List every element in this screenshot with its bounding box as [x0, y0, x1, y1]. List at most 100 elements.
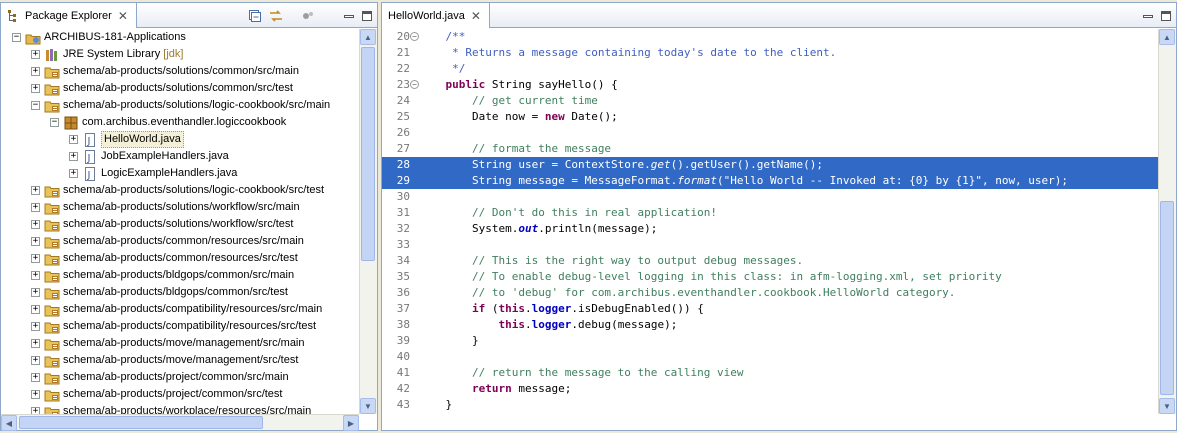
expand-icon[interactable]: + [31, 50, 40, 59]
code-line[interactable]: 25 Date now = new Date(); [382, 109, 1158, 125]
tree-item[interactable]: + schema/ab-products/move/management/src/… [1, 335, 359, 352]
tree-item[interactable]: + schema/ab-products/project/common/src/t… [1, 386, 359, 403]
code-text-area[interactable]: 20− /** 21 * Returns a message containing… [382, 29, 1158, 414]
code-line[interactable]: 23− public String sayHello() { [382, 77, 1158, 93]
expand-icon[interactable]: + [31, 407, 40, 414]
minimize-icon[interactable] [1140, 8, 1156, 24]
expand-icon[interactable]: + [31, 390, 40, 399]
scroll-left-icon[interactable]: ◀ [1, 415, 17, 431]
code-line[interactable]: 41 // return the message to the calling … [382, 365, 1158, 381]
tree-item[interactable]: + schema/ab-products/common/resources/src… [1, 233, 359, 250]
code-line[interactable]: 34 // This is the right way to output de… [382, 253, 1158, 269]
expand-icon[interactable]: + [69, 135, 78, 144]
line-number: 23 [396, 78, 410, 91]
code-line[interactable]: 39 } [382, 333, 1158, 349]
code-line[interactable]: 38 this.logger.debug(message); [382, 317, 1158, 333]
code-line[interactable]: 35 // To enable debug-level logging in t… [382, 269, 1158, 285]
scroll-down-icon[interactable]: ▼ [360, 398, 376, 414]
tree-item[interactable]: + schema/ab-products/bldgops/common/src/t… [1, 284, 359, 301]
tree-item[interactable]: + schema/ab-products/solutions/common/src… [1, 80, 359, 97]
tree-item-text: schema/ab-products/solutions/common/src/… [63, 82, 293, 94]
maximize-icon[interactable] [359, 8, 375, 24]
link-with-editor-icon[interactable] [268, 8, 284, 24]
code-line[interactable]: 30 [382, 189, 1158, 205]
close-icon[interactable]: ✕ [118, 10, 128, 22]
expand-icon[interactable]: + [31, 67, 40, 76]
fold-toggle-icon[interactable]: − [410, 32, 419, 41]
package-tree[interactable]: − ARCHIBUS-181-Applications + JRE System Li… [1, 29, 359, 414]
tree-item[interactable]: + J HelloWorld.java [1, 131, 359, 148]
code-line[interactable]: 42 return message; [382, 381, 1158, 397]
code-line[interactable]: 31 // Don't do this in real application! [382, 205, 1158, 221]
tree-vertical-scroll-thumb[interactable] [361, 47, 375, 261]
tree-item[interactable]: + schema/ab-products/compatibility/resour… [1, 301, 359, 318]
expand-icon[interactable]: + [31, 305, 40, 314]
expand-icon[interactable]: + [31, 339, 40, 348]
code-line[interactable]: 24 // get current time [382, 93, 1158, 109]
expand-icon[interactable]: + [31, 373, 40, 382]
expand-icon[interactable]: + [31, 322, 40, 331]
tree-item[interactable]: + schema/ab-products/compatibility/resour… [1, 318, 359, 335]
code-line[interactable]: 40 [382, 349, 1158, 365]
code-line[interactable]: 21 * Returns a message containing today'… [382, 45, 1158, 61]
expand-icon[interactable]: + [69, 152, 78, 161]
tree-item[interactable]: − com.archibus.eventhandler.logiccookbook [1, 114, 359, 131]
tree-vertical-scrollbar[interactable]: ▲ ▼ [359, 29, 377, 414]
fold-toggle-icon[interactable]: − [410, 80, 419, 89]
code-line[interactable]: 26 [382, 125, 1158, 141]
scroll-right-icon[interactable]: ▶ [343, 415, 359, 431]
expand-icon[interactable]: + [31, 356, 40, 365]
collapse-icon[interactable]: − [50, 118, 59, 127]
expand-icon[interactable]: + [31, 220, 40, 229]
tree-item[interactable]: + schema/ab-products/move/management/src/… [1, 352, 359, 369]
tree-item[interactable]: + schema/ab-products/solutions/workflow/s… [1, 199, 359, 216]
tree-horizontal-scroll-thumb[interactable] [19, 416, 263, 429]
collapse-icon[interactable]: − [12, 33, 21, 42]
code-line[interactable]: 27 // format the message [382, 141, 1158, 157]
maximize-icon[interactable] [1158, 8, 1174, 24]
tree-item[interactable]: + schema/ab-products/project/common/src/m… [1, 369, 359, 386]
code-line[interactable]: 22 */ [382, 61, 1158, 77]
editor-vertical-scrollbar[interactable]: ▲ ▼ [1158, 29, 1176, 414]
collapse-all-icon[interactable] [247, 8, 263, 24]
svg-text:J: J [87, 153, 91, 164]
tree-item[interactable]: + schema/ab-products/solutions/common/src… [1, 63, 359, 80]
scroll-up-icon[interactable]: ▲ [360, 29, 376, 45]
tree-item[interactable]: + schema/ab-products/solutions/logic-cook… [1, 182, 359, 199]
editor-tab-helloworld[interactable]: J HelloWorld.java ✕ [382, 3, 490, 28]
tree-item[interactable]: + schema/ab-products/bldgops/common/src/m… [1, 267, 359, 284]
tree-horizontal-scrollbar[interactable]: ◀ ▶ [1, 414, 359, 431]
code-line[interactable]: 29 String message = MessageFormat.format… [382, 173, 1158, 189]
tree-item[interactable]: − schema/ab-products/solutions/logic-cook… [1, 97, 359, 114]
code-line[interactable]: 32 System.out.println(message); [382, 221, 1158, 237]
minimize-icon[interactable] [341, 8, 357, 24]
expand-icon[interactable]: + [31, 237, 40, 246]
code-line[interactable]: 37 if (this.logger.isDebugEnabled()) { [382, 301, 1158, 317]
package-explorer-tab[interactable]: Package Explorer ✕ [1, 3, 137, 28]
expand-icon[interactable]: + [31, 203, 40, 212]
code-line[interactable]: 36 // to 'debug' for com.archibus.eventh… [382, 285, 1158, 301]
tree-item[interactable]: + schema/ab-products/solutions/workflow/s… [1, 216, 359, 233]
code-line[interactable]: 33 [382, 237, 1158, 253]
close-icon[interactable]: ✕ [471, 10, 481, 22]
expand-icon[interactable]: + [31, 84, 40, 93]
expand-icon[interactable]: + [31, 288, 40, 297]
editor-vertical-scroll-thumb[interactable] [1160, 201, 1174, 395]
view-menu-icon[interactable] [301, 8, 317, 24]
tree-item[interactable]: − ARCHIBUS-181-Applications [1, 29, 359, 46]
scroll-up-icon[interactable]: ▲ [1159, 29, 1175, 45]
tree-item[interactable]: + schema/ab-products/workplace/resources/… [1, 403, 359, 414]
code-line[interactable]: 20− /** [382, 29, 1158, 45]
expand-icon[interactable]: + [69, 169, 78, 178]
expand-icon[interactable]: + [31, 271, 40, 280]
tree-item[interactable]: + J LogicExampleHandlers.java [1, 165, 359, 182]
expand-icon[interactable]: + [31, 186, 40, 195]
tree-item[interactable]: + JRE System Library [jdk] [1, 46, 359, 63]
code-line[interactable]: 43 } [382, 397, 1158, 413]
scroll-down-icon[interactable]: ▼ [1159, 398, 1175, 414]
code-line[interactable]: 28 String user = ContextStore.get().getU… [382, 157, 1158, 173]
expand-icon[interactable]: + [31, 254, 40, 263]
tree-item[interactable]: + schema/ab-products/common/resources/src… [1, 250, 359, 267]
collapse-icon[interactable]: − [31, 101, 40, 110]
tree-item[interactable]: + J JobExampleHandlers.java [1, 148, 359, 165]
